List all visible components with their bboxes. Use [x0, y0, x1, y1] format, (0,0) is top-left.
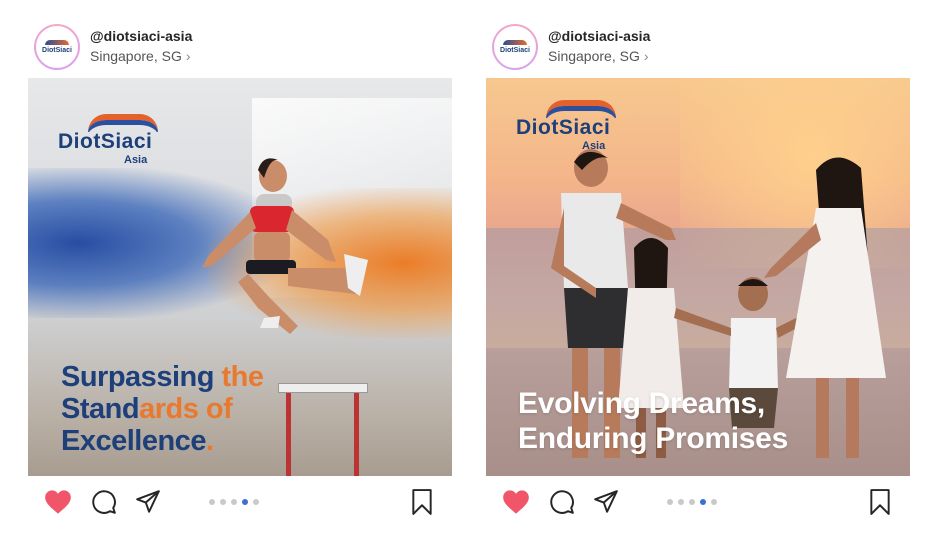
post-header: DiotSiaci @diotsiaci-asia Singapore, SG › — [492, 24, 872, 70]
post-actions — [486, 486, 910, 520]
carousel-dot — [220, 499, 226, 505]
brand-logo: DiotSiaci Asia — [516, 100, 626, 152]
profile-avatar[interactable]: DiotSiaci — [34, 24, 80, 70]
save-button[interactable] — [406, 486, 438, 518]
carousel-dot — [678, 499, 684, 505]
comment-icon — [92, 490, 116, 514]
comment-button[interactable] — [88, 486, 120, 518]
brand-sub: Asia — [582, 140, 606, 152]
send-icon — [136, 490, 160, 513]
chevron-right-icon: › — [643, 48, 649, 64]
carousel-indicator — [667, 499, 717, 505]
headline-line3-orange: . — [205, 425, 214, 457]
location-text: Singapore, SG — [90, 48, 182, 64]
comment-button[interactable] — [546, 486, 578, 518]
carousel-dot-active — [700, 499, 706, 505]
headline-line1: Evolving Dreams, — [518, 387, 765, 420]
heart-icon — [503, 490, 529, 514]
username-link[interactable]: @diotsiaci-asia — [90, 28, 192, 44]
post-headline: Surpassing the Standards of Excellence. — [61, 361, 264, 457]
username-link[interactable]: @diotsiaci-asia — [548, 28, 650, 44]
carousel-dot-active — [242, 499, 248, 505]
headline-line1-orange: the — [213, 361, 264, 393]
headline-line2-orange: ards of — [139, 393, 233, 425]
avatar-logo-text: DiotSiaci — [42, 47, 72, 54]
carousel-dot — [667, 499, 673, 505]
chevron-right-icon: › — [185, 48, 191, 64]
brand-logo: DiotSiaci Asia — [58, 114, 168, 166]
carousel-dot — [711, 499, 717, 505]
hurdle — [278, 383, 368, 393]
profile-avatar[interactable]: DiotSiaci — [492, 24, 538, 70]
brand-name: DiotSiaci — [516, 116, 611, 139]
share-button[interactable] — [590, 486, 622, 518]
comment-icon — [550, 490, 574, 514]
carousel-dot — [689, 499, 695, 505]
headline-line3-blue: Excellence — [61, 425, 206, 457]
post-card-athlete: DiotSiaci @diotsiaci-asia Singapore, SG › — [28, 0, 452, 544]
post-image-athlete[interactable]: DiotSiaci Asia Surpassing the Standards … — [28, 78, 452, 476]
post-header: DiotSiaci @diotsiaci-asia Singapore, SG › — [34, 24, 414, 70]
carousel-indicator — [209, 499, 259, 505]
bookmark-icon — [412, 489, 432, 515]
post-image-family[interactable]: DiotSiaci Asia Evolving Dreams, Enduring… — [486, 78, 910, 476]
brand-sub: Asia — [124, 154, 148, 166]
share-button[interactable] — [132, 486, 164, 518]
athlete-figure — [202, 158, 368, 334]
avatar-logo-text: DiotSiaci — [500, 47, 530, 54]
carousel-dot — [209, 499, 215, 505]
save-button[interactable] — [864, 486, 896, 518]
heart-icon — [45, 490, 71, 514]
headline-line2: Enduring Promises — [518, 422, 788, 455]
like-button[interactable] — [42, 486, 74, 518]
headline-line1-blue: Surpassing — [61, 361, 214, 393]
post-headline: Evolving Dreams, Enduring Promises — [518, 386, 788, 456]
bookmark-icon — [870, 489, 890, 515]
post-actions — [28, 486, 452, 520]
brand-name: DiotSiaci — [58, 130, 153, 153]
carousel-dot — [231, 499, 237, 505]
like-button[interactable] — [500, 486, 532, 518]
headline-line2-blue: Stand — [61, 393, 140, 425]
post-card-family: DiotSiaci @diotsiaci-asia Singapore, SG › — [486, 0, 910, 544]
location-text: Singapore, SG — [548, 48, 640, 64]
location-link[interactable]: Singapore, SG › — [90, 48, 191, 64]
carousel-dot — [253, 499, 259, 505]
send-icon — [594, 490, 618, 513]
location-link[interactable]: Singapore, SG › — [548, 48, 649, 64]
